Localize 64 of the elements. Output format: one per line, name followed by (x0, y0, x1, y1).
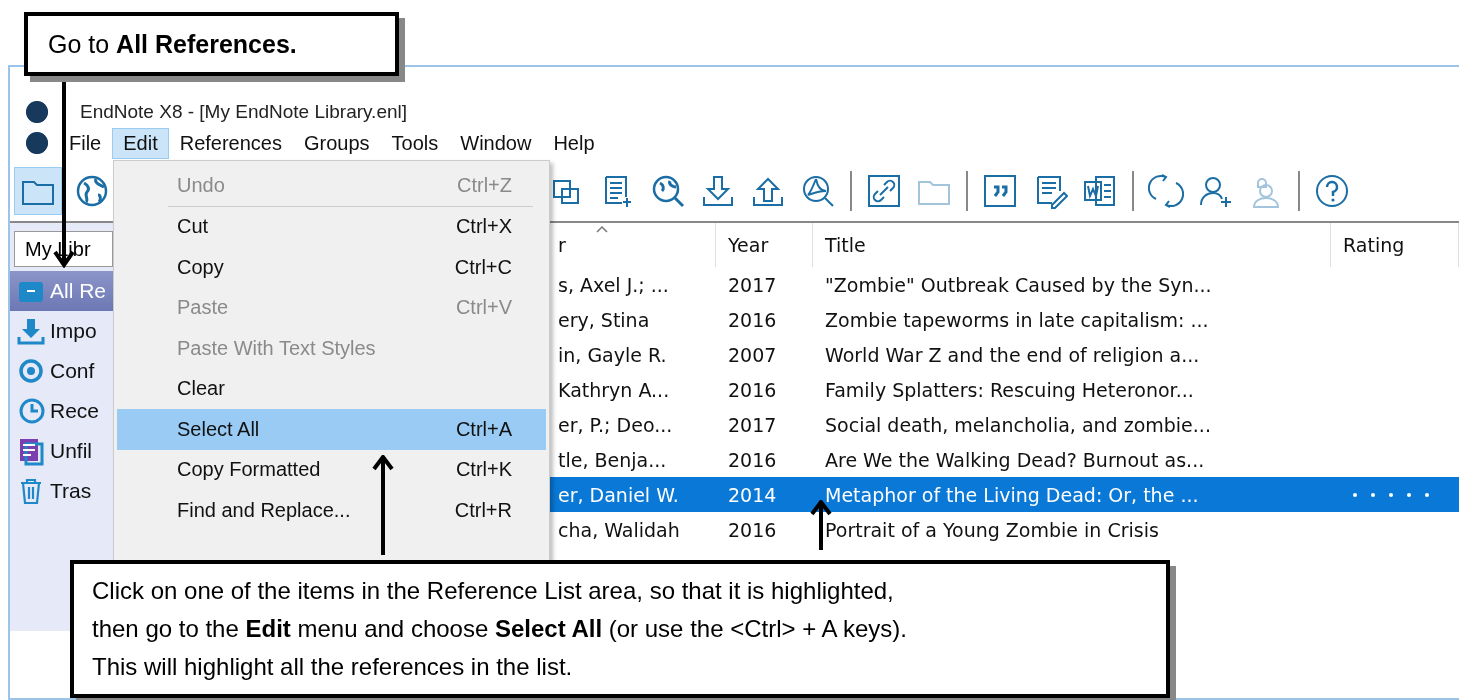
menu-item[interactable]: Edit (112, 127, 169, 159)
globe-search-icon[interactable] (650, 173, 686, 209)
menu-item-label[interactable]: Select All (177, 417, 260, 441)
table-row[interactable]: cha, Walidah 2016 Portrait of a Young Zombie in Crisis (546, 512, 1459, 547)
shortcut-label: Ctrl+K (455, 458, 512, 482)
menu-item-label[interactable]: Clear (177, 377, 225, 401)
download-icon[interactable] (700, 173, 736, 209)
sidebar-item-label[interactable]: Conf (50, 359, 95, 383)
menu-item[interactable]: Select All Ctrl+A (117, 409, 546, 450)
menu-item-label[interactable]: Find and Replace... (177, 498, 351, 522)
sidebar-item[interactable]: Rece (10, 391, 113, 431)
column-header[interactable]: Year (716, 223, 813, 267)
menu-item[interactable]: File (58, 127, 113, 159)
app-logo-icon[interactable] (26, 132, 48, 154)
download-icon (16, 316, 46, 346)
menu-item[interactable]: Groups (293, 127, 381, 159)
sync-icon[interactable] (1148, 173, 1184, 209)
callout-text: Go to All References. (47, 29, 297, 59)
menu-item[interactable]: Find and Replace... Ctrl+R (117, 490, 546, 531)
menu-item-label[interactable]: Cut (177, 215, 209, 239)
menu-item[interactable]: Tools (380, 127, 450, 159)
word-document-icon[interactable] (1082, 173, 1118, 209)
column-header[interactable]: Title (813, 223, 1331, 267)
shortcut-label: Ctrl+Z (457, 173, 512, 197)
sidebar-item[interactable]: Impo (10, 311, 113, 351)
shortcut-label: Ctrl+A (455, 417, 512, 441)
menu-item[interactable]: Help (542, 127, 606, 159)
callout-text: Click on one of the items in the Reference List area, so that it is highlighted, then go to the Edit menu and choose Select All (or use the <Ctrl> + A keys). This will highlight all the references in the list. (91, 576, 908, 682)
table-row[interactable]: tle, Benja... 2016 Are We the Walking Dead? Burnout as... (546, 442, 1459, 477)
link-icon[interactable] (866, 173, 902, 209)
menu-item[interactable]: Clear (117, 368, 546, 409)
globe-icon (74, 173, 110, 209)
sidebar-item-label[interactable]: Impo (50, 319, 97, 343)
menu-item-label[interactable]: Copy (177, 255, 224, 279)
table-row[interactable]: er, P.; Deo... 2017 Social death, melancholia, and zombie... (546, 407, 1459, 442)
sidebar-item-label[interactable]: Unfil (50, 439, 92, 463)
folder-button[interactable] (14, 167, 62, 215)
shortcut-label: Ctrl+R (454, 498, 512, 522)
shortcut-label: Ctrl+C (454, 255, 512, 279)
shortcut-label: Ctrl+X (455, 215, 512, 239)
sidebar-item-label[interactable]: Rece (50, 399, 100, 423)
menu-item[interactable]: References (168, 127, 293, 159)
window-title: EndNote X8 - [My EndNote Library.enl] (80, 101, 408, 123)
table-row[interactable]: in, Gayle R. 2007 World War Z and the end of religion a... (546, 337, 1459, 372)
sidebar-item-label[interactable]: Tras (50, 479, 92, 503)
menu-item-label[interactable]: Copy Formatted (177, 458, 321, 482)
sidebar-item[interactable]: Tras (10, 471, 113, 511)
menu-item[interactable]: Copy Ctrl+C (117, 247, 546, 288)
column-header[interactable]: Rating (1331, 223, 1459, 267)
table-row[interactable]: ery, Stina 2016 Zombie tapeworms in late capitalism: ... (546, 302, 1459, 337)
quote-icon[interactable] (982, 173, 1018, 209)
sync-icon (16, 356, 46, 386)
shortcut-label: Ctrl+V (455, 296, 512, 320)
pdf-search-icon[interactable] (800, 173, 836, 209)
sidebar-item[interactable]: Conf (10, 351, 113, 391)
sidebar-item[interactable]: Unfil (10, 431, 113, 471)
menu-item[interactable]: Cut Ctrl+X (117, 206, 546, 247)
app-logo-icon (26, 101, 48, 123)
help-icon[interactable] (1314, 173, 1350, 209)
table-row[interactable]: s, Axel J.; ... 2017 "Zombie" Outbreak Caused by the Syn... (546, 267, 1459, 302)
menu-item[interactable]: Copy Formatted Ctrl+K (117, 449, 546, 490)
menu-item[interactable]: Window (449, 127, 543, 159)
sort-caret-icon (596, 225, 608, 233)
table-row[interactable]: Kathryn A... 2016 Family Splatters: Rescuing Heteronor... (546, 372, 1459, 407)
